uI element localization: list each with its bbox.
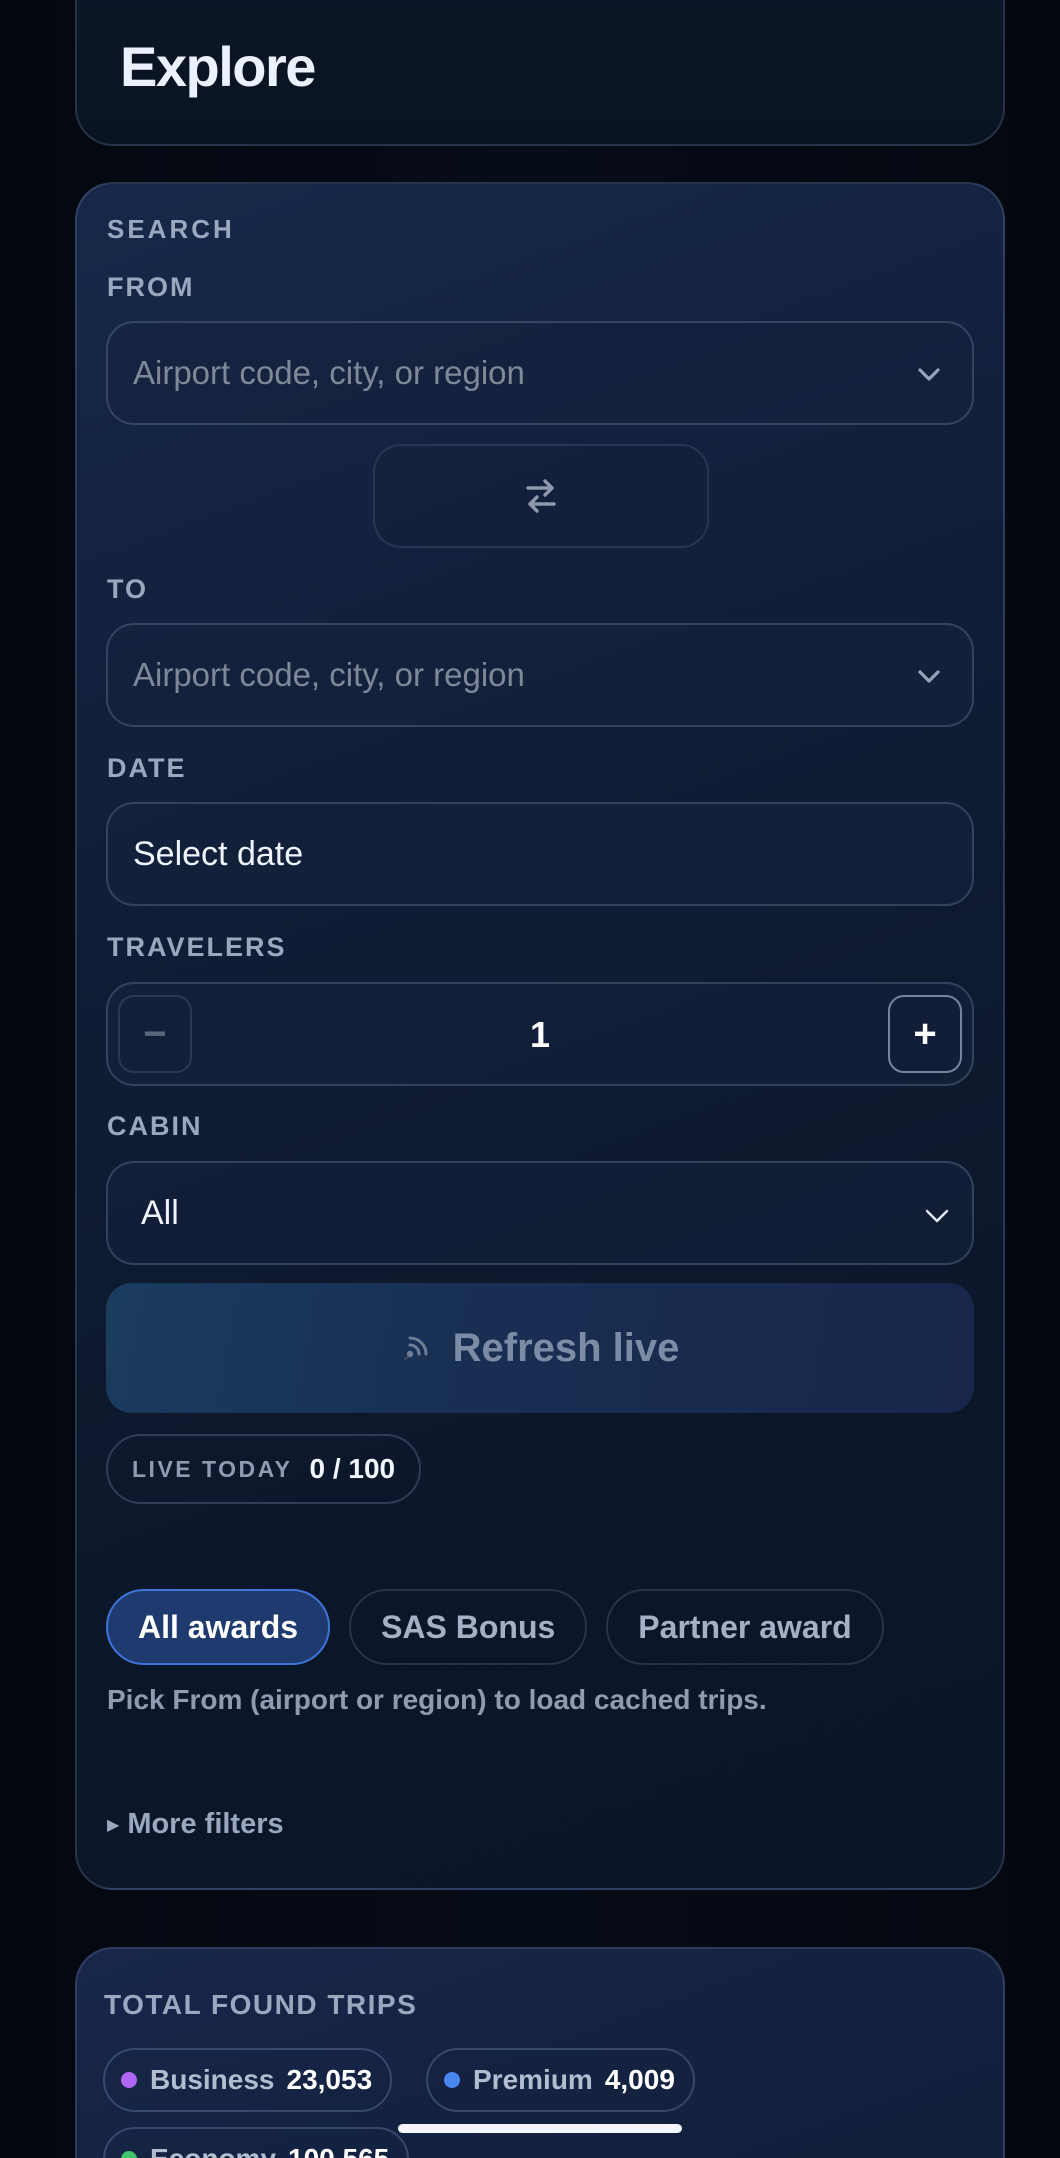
from-field[interactable]: Airport code, city, or region (106, 321, 974, 425)
chip-count: 23,053 (286, 2064, 373, 2095)
cabin-count-chip-economy[interactable]: Economy 100,565 (103, 2127, 410, 2158)
award-type-tabs: All awards SAS Bonus Partner award (106, 1589, 903, 1665)
tab-partner-award[interactable]: Partner award (606, 1589, 884, 1665)
tab-sas-bonus[interactable]: SAS Bonus (349, 1589, 588, 1665)
date-label: DATE (107, 753, 187, 783)
swap-arrows-icon (526, 479, 556, 513)
from-label: FROM (107, 272, 195, 302)
to-label: TO (107, 574, 149, 604)
date-value: Select date (133, 834, 304, 873)
more-filters-label: More filters (127, 1808, 284, 1840)
live-today-badge: LIVE TODAY 0 / 100 (106, 1434, 422, 1504)
refresh-live-button[interactable]: Refresh live (106, 1283, 974, 1413)
premium-dot (444, 2072, 460, 2088)
to-placeholder: Airport code, city, or region (133, 656, 525, 693)
chevron-down-icon (918, 368, 940, 381)
swap-button[interactable] (373, 444, 709, 548)
from-placeholder: Airport code, city, or region (133, 354, 525, 391)
chip-label: Economy (150, 2143, 276, 2158)
to-field[interactable]: Airport code, city, or region (106, 623, 974, 727)
chevron-down-icon (925, 1209, 949, 1223)
travelers-stepper: − 1 + (106, 982, 974, 1086)
totals-title: TOTAL FOUND TRIPS (104, 1989, 418, 2020)
cabin-value: All (141, 1193, 179, 1232)
date-field[interactable]: Select date (106, 802, 974, 906)
cabin-label: CABIN (107, 1111, 203, 1141)
chip-label: Business (150, 2064, 275, 2095)
home-indicator (398, 2124, 682, 2133)
chip-label: Premium (473, 2064, 593, 2095)
economy-dot (121, 2151, 137, 2158)
hint-text: Pick From (airport or region) to load ca… (107, 1684, 767, 1715)
live-signal-icon (403, 1336, 428, 1360)
cabin-count-chip-premium[interactable]: Premium 4,009 (426, 2048, 695, 2112)
business-dot (121, 2072, 137, 2088)
search-section-label: SEARCH (107, 214, 235, 244)
more-filters-toggle[interactable]: ▶ More filters (107, 1808, 284, 1841)
cabin-count-chip-business[interactable]: Business 23,053 (103, 2048, 393, 2112)
header-card: Explore (75, 0, 1005, 146)
live-today-count: 0 / 100 (309, 1453, 396, 1484)
chevron-down-icon (918, 670, 940, 683)
tab-all-awards[interactable]: All awards (106, 1589, 331, 1665)
cabin-select[interactable]: All (106, 1161, 974, 1265)
page-title: Explore (120, 35, 316, 98)
chip-count: 100,565 (288, 2143, 389, 2158)
increase-travelers-button[interactable]: + (888, 995, 962, 1073)
travelers-label: TRAVELERS (107, 932, 287, 962)
live-today-label: LIVE TODAY (132, 1455, 293, 1482)
triangle-right-icon: ▶ (107, 1816, 120, 1834)
refresh-live-label: Refresh live (452, 1325, 680, 1370)
search-card: SEARCH FROM Airport code, city, or regio… (75, 182, 1005, 1890)
travelers-value: 1 (529, 1014, 551, 1055)
chip-count: 4,009 (604, 2064, 675, 2095)
